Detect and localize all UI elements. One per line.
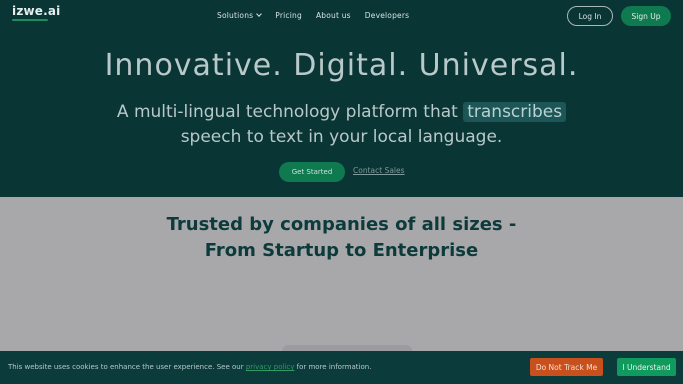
cookie-text-before: This website uses cookies to enhance the…: [8, 363, 244, 371]
cookie-message: This website uses cookies to enhance the…: [8, 363, 371, 371]
logo-underline-icon: [12, 19, 48, 21]
trusted-line-1: Trusted by companies of all sizes -: [166, 214, 517, 235]
nav-item-about-us[interactable]: About us: [316, 11, 351, 20]
nav-item-pricing[interactable]: Pricing: [275, 11, 302, 20]
do-not-track-button[interactable]: Do Not Track Me: [530, 358, 603, 376]
accept-cookies-button[interactable]: I Understand: [617, 358, 676, 376]
nav-item-developers[interactable]: Developers: [365, 11, 409, 20]
subheadline-text-2: speech to text in your local language.: [180, 127, 503, 147]
hero-headline: Innovative. Digital. Universal.: [104, 48, 579, 83]
nav-item-label: Pricing: [275, 11, 302, 20]
subheadline-highlight: transcribes: [463, 102, 567, 122]
nav-menu: Solutions Pricing About us Developers: [217, 11, 423, 20]
nav-item-solutions[interactable]: Solutions: [217, 11, 263, 20]
get-started-button[interactable]: Get Started: [279, 162, 345, 182]
contact-sales-link[interactable]: Contact Sales: [353, 166, 405, 175]
nav-item-label: Solutions: [217, 11, 254, 20]
subheadline-text: A multi-lingual technology platform that: [116, 102, 458, 122]
trusted-line-2: From Startup to Enterprise: [204, 240, 479, 261]
signup-button[interactable]: Sign Up: [621, 6, 671, 26]
trusted-heading: Trusted by companies of all sizes - From…: [0, 212, 683, 264]
hero-subheadline: A multi-lingual technology platform that…: [0, 100, 683, 150]
privacy-policy-link[interactable]: privacy policy: [246, 363, 295, 371]
logo[interactable]: izwe.ai: [12, 4, 61, 18]
cookie-text-after: for more information.: [296, 363, 372, 371]
chevron-down-icon: [256, 11, 263, 17]
top-nav: izwe.ai Solutions Pricing About us Devel…: [0, 0, 683, 32]
nav-item-label: Developers: [364, 11, 410, 20]
login-button[interactable]: Log In: [567, 6, 613, 26]
nav-item-label: About us: [315, 11, 351, 20]
hero-section: izwe.ai Solutions Pricing About us Devel…: [0, 0, 683, 197]
